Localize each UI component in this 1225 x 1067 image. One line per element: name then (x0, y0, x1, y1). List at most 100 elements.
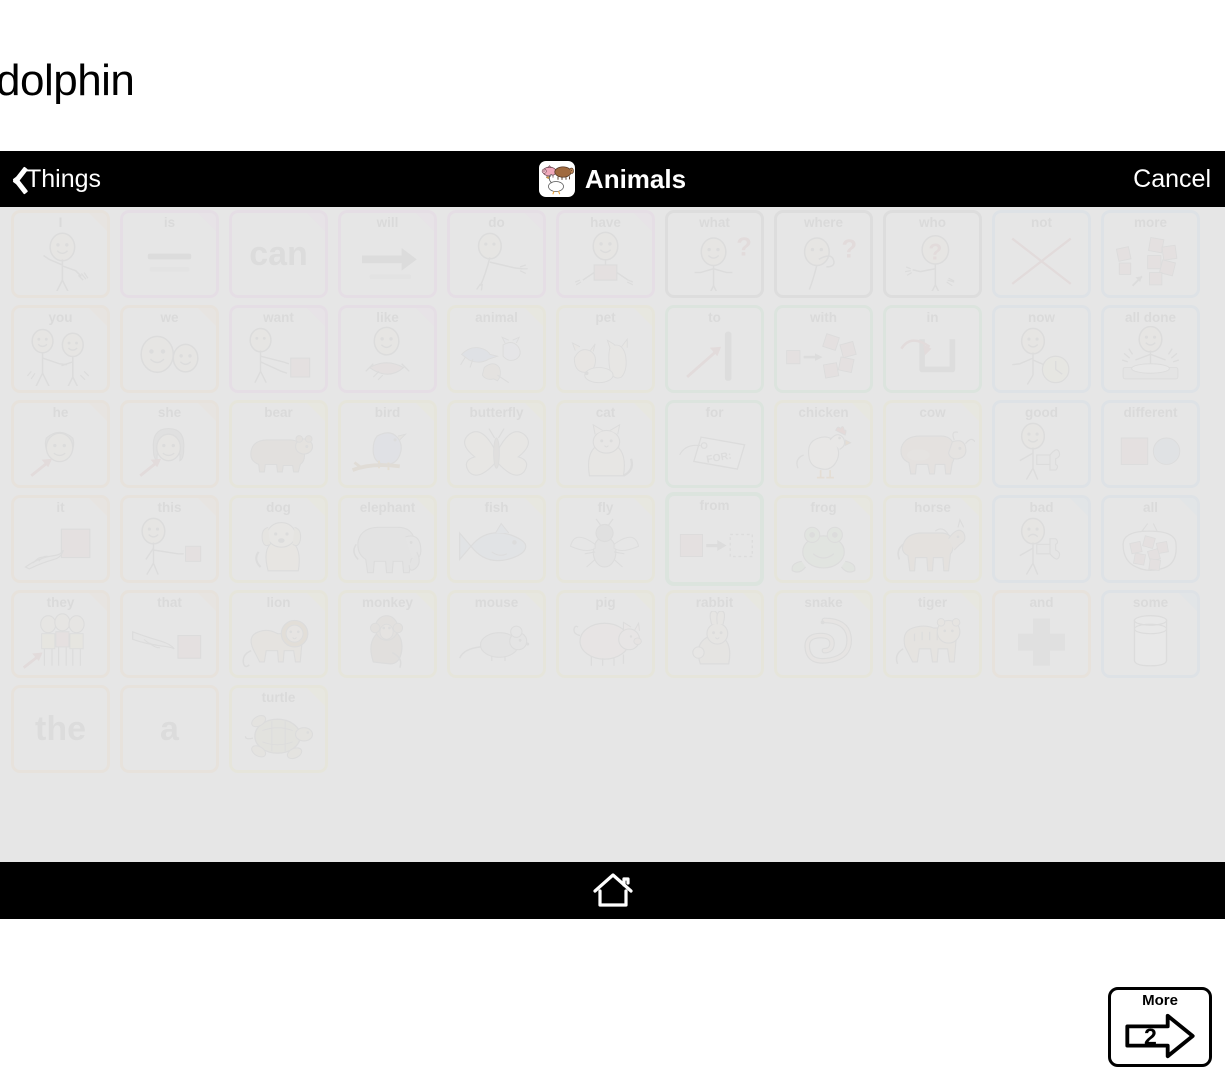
symbol-button-bear[interactable]: bear (229, 400, 328, 488)
symbol-button-she[interactable]: she (120, 400, 219, 488)
symbol-button-bird[interactable]: bird (338, 400, 437, 488)
symbol-grid: I is can will do have what ? where ? who ? no… (11, 210, 1216, 780)
symbol-button-label: dog (266, 500, 291, 515)
hand-pointing-box-icon (14, 515, 107, 581)
cow-icon (886, 420, 979, 486)
symbol-button-turtle[interactable]: turtle (229, 685, 328, 773)
symbol-button-label: fly (597, 500, 614, 515)
symbol-button-bad[interactable]: bad (992, 495, 1091, 583)
symbol-button-we[interactable]: we (120, 305, 219, 393)
symbol-button-rabbit[interactable]: rabbit (665, 590, 764, 678)
symbol-button-you[interactable]: you (11, 305, 110, 393)
symbol-button-where[interactable]: where ? (774, 210, 873, 298)
symbol-button-pig[interactable]: pig (556, 590, 655, 678)
symbol-button-he[interactable]: he (11, 400, 110, 488)
symbol-button-will[interactable]: will (338, 210, 437, 298)
symbol-button-more[interactable]: more (1101, 210, 1200, 298)
symbol-button-that[interactable]: that (120, 590, 219, 678)
symbol-button-label: different (1123, 405, 1178, 420)
grid-cell: that (120, 590, 219, 678)
grid-cell: from (665, 492, 764, 586)
symbol-button-I[interactable]: I (11, 210, 110, 298)
grid-cell: to (665, 305, 764, 393)
symbol-button-all-done[interactable]: all done (1101, 305, 1200, 393)
symbol-button-cow[interactable]: cow (883, 400, 982, 488)
symbol-button-label: to (708, 310, 721, 325)
symbol-button-who[interactable]: who ? (883, 210, 982, 298)
more-page-button[interactable]: More 2 (1108, 987, 1212, 1067)
symbol-button-monkey[interactable]: monkey (338, 590, 437, 678)
symbol-button-label: what (699, 215, 730, 230)
symbol-button-label: monkey (361, 595, 414, 610)
home-icon[interactable] (591, 871, 635, 911)
symbol-button-in[interactable]: in (883, 305, 982, 393)
symbol-button-chicken[interactable]: chicken (774, 400, 873, 488)
symbol-button-like[interactable]: like (338, 305, 437, 393)
symbol-button-not[interactable]: not (992, 210, 1091, 298)
symbol-button-want[interactable]: want (229, 305, 328, 393)
grid-cell: they (11, 590, 110, 678)
bear-icon (232, 420, 325, 486)
symbol-button-butterfly[interactable]: butterfly (447, 400, 546, 488)
symbol-button-snake[interactable]: snake (774, 590, 873, 678)
symbol-button-from[interactable]: from (665, 492, 764, 586)
arrow-into-container-icon (886, 325, 979, 391)
symbol-button-is[interactable]: is (120, 210, 219, 298)
symbol-button-frog[interactable]: frog (774, 495, 873, 583)
symbol-button-with[interactable]: with (774, 305, 873, 393)
person-reaching-box-icon (232, 325, 325, 391)
symbol-button-the[interactable]: the (11, 685, 110, 773)
symbol-button-all[interactable]: all (1101, 495, 1200, 583)
symbol-button-label: bear (264, 405, 293, 420)
top-navigation-bar: Things Animals Cancel (0, 151, 1225, 207)
cancel-button[interactable]: Cancel (1133, 165, 1211, 194)
grid-cell: bear (229, 400, 328, 488)
grid-cell (992, 685, 1091, 773)
symbol-button-horse[interactable]: horse (883, 495, 982, 583)
message-display-bar[interactable]: dolphin (0, 0, 1225, 151)
grid-cell: horse (883, 495, 982, 583)
symbol-button-elephant[interactable]: elephant (338, 495, 437, 583)
symbol-button-label: they (46, 595, 75, 610)
symbol-button-it[interactable]: it (11, 495, 110, 583)
symbol-button-label: mouse (474, 595, 519, 610)
three-people-arrow-icon (14, 610, 107, 676)
symbol-button-a[interactable]: a (120, 685, 219, 773)
symbol-button-label: cow (919, 405, 946, 420)
symbol-button-tiger[interactable]: tiger (883, 590, 982, 678)
symbol-board: I is can will do have what ? where ? who ? no… (0, 207, 1225, 1067)
bird-on-branch-icon (341, 420, 434, 486)
grid-cell: pig (556, 590, 655, 678)
girl-face-arrow-icon (123, 420, 216, 486)
symbol-button-what[interactable]: what ? (665, 210, 764, 298)
symbol-button-label: cat (595, 405, 616, 420)
symbol-button-this[interactable]: this (120, 495, 219, 583)
symbol-button-label: you (48, 310, 73, 325)
symbol-button-mouse[interactable]: mouse (447, 590, 546, 678)
symbol-button-to[interactable]: to (665, 305, 764, 393)
symbol-button-animal[interactable]: animal (447, 305, 546, 393)
symbol-button-some[interactable]: some (1101, 590, 1200, 678)
symbol-button-and[interactable]: and (992, 590, 1091, 678)
symbol-button-now[interactable]: now (992, 305, 1091, 393)
grid-cell (447, 685, 546, 773)
symbol-button-pet[interactable]: pet (556, 305, 655, 393)
symbol-button-dog[interactable]: dog (229, 495, 328, 583)
two-people-pointing-icon (14, 325, 107, 391)
symbol-button-cat[interactable]: cat (556, 400, 655, 488)
symbol-button-label: want (263, 310, 294, 325)
symbol-button-different[interactable]: different (1101, 400, 1200, 488)
symbol-button-fly[interactable]: fly (556, 495, 655, 583)
arrow-to-bar-icon (668, 325, 761, 391)
person-hugging-hearts-icon (341, 325, 434, 391)
symbol-button-for[interactable]: for FOR: (665, 400, 764, 488)
back-button[interactable]: Things (0, 151, 101, 207)
symbol-button-can[interactable]: can (229, 210, 328, 298)
symbol-button-fish[interactable]: fish (447, 495, 546, 583)
symbol-button-good[interactable]: good (992, 400, 1091, 488)
symbol-button-label: we (160, 310, 179, 325)
symbol-button-they[interactable]: they (11, 590, 110, 678)
symbol-button-do[interactable]: do (447, 210, 546, 298)
symbol-button-lion[interactable]: lion (229, 590, 328, 678)
symbol-button-have[interactable]: have (556, 210, 655, 298)
